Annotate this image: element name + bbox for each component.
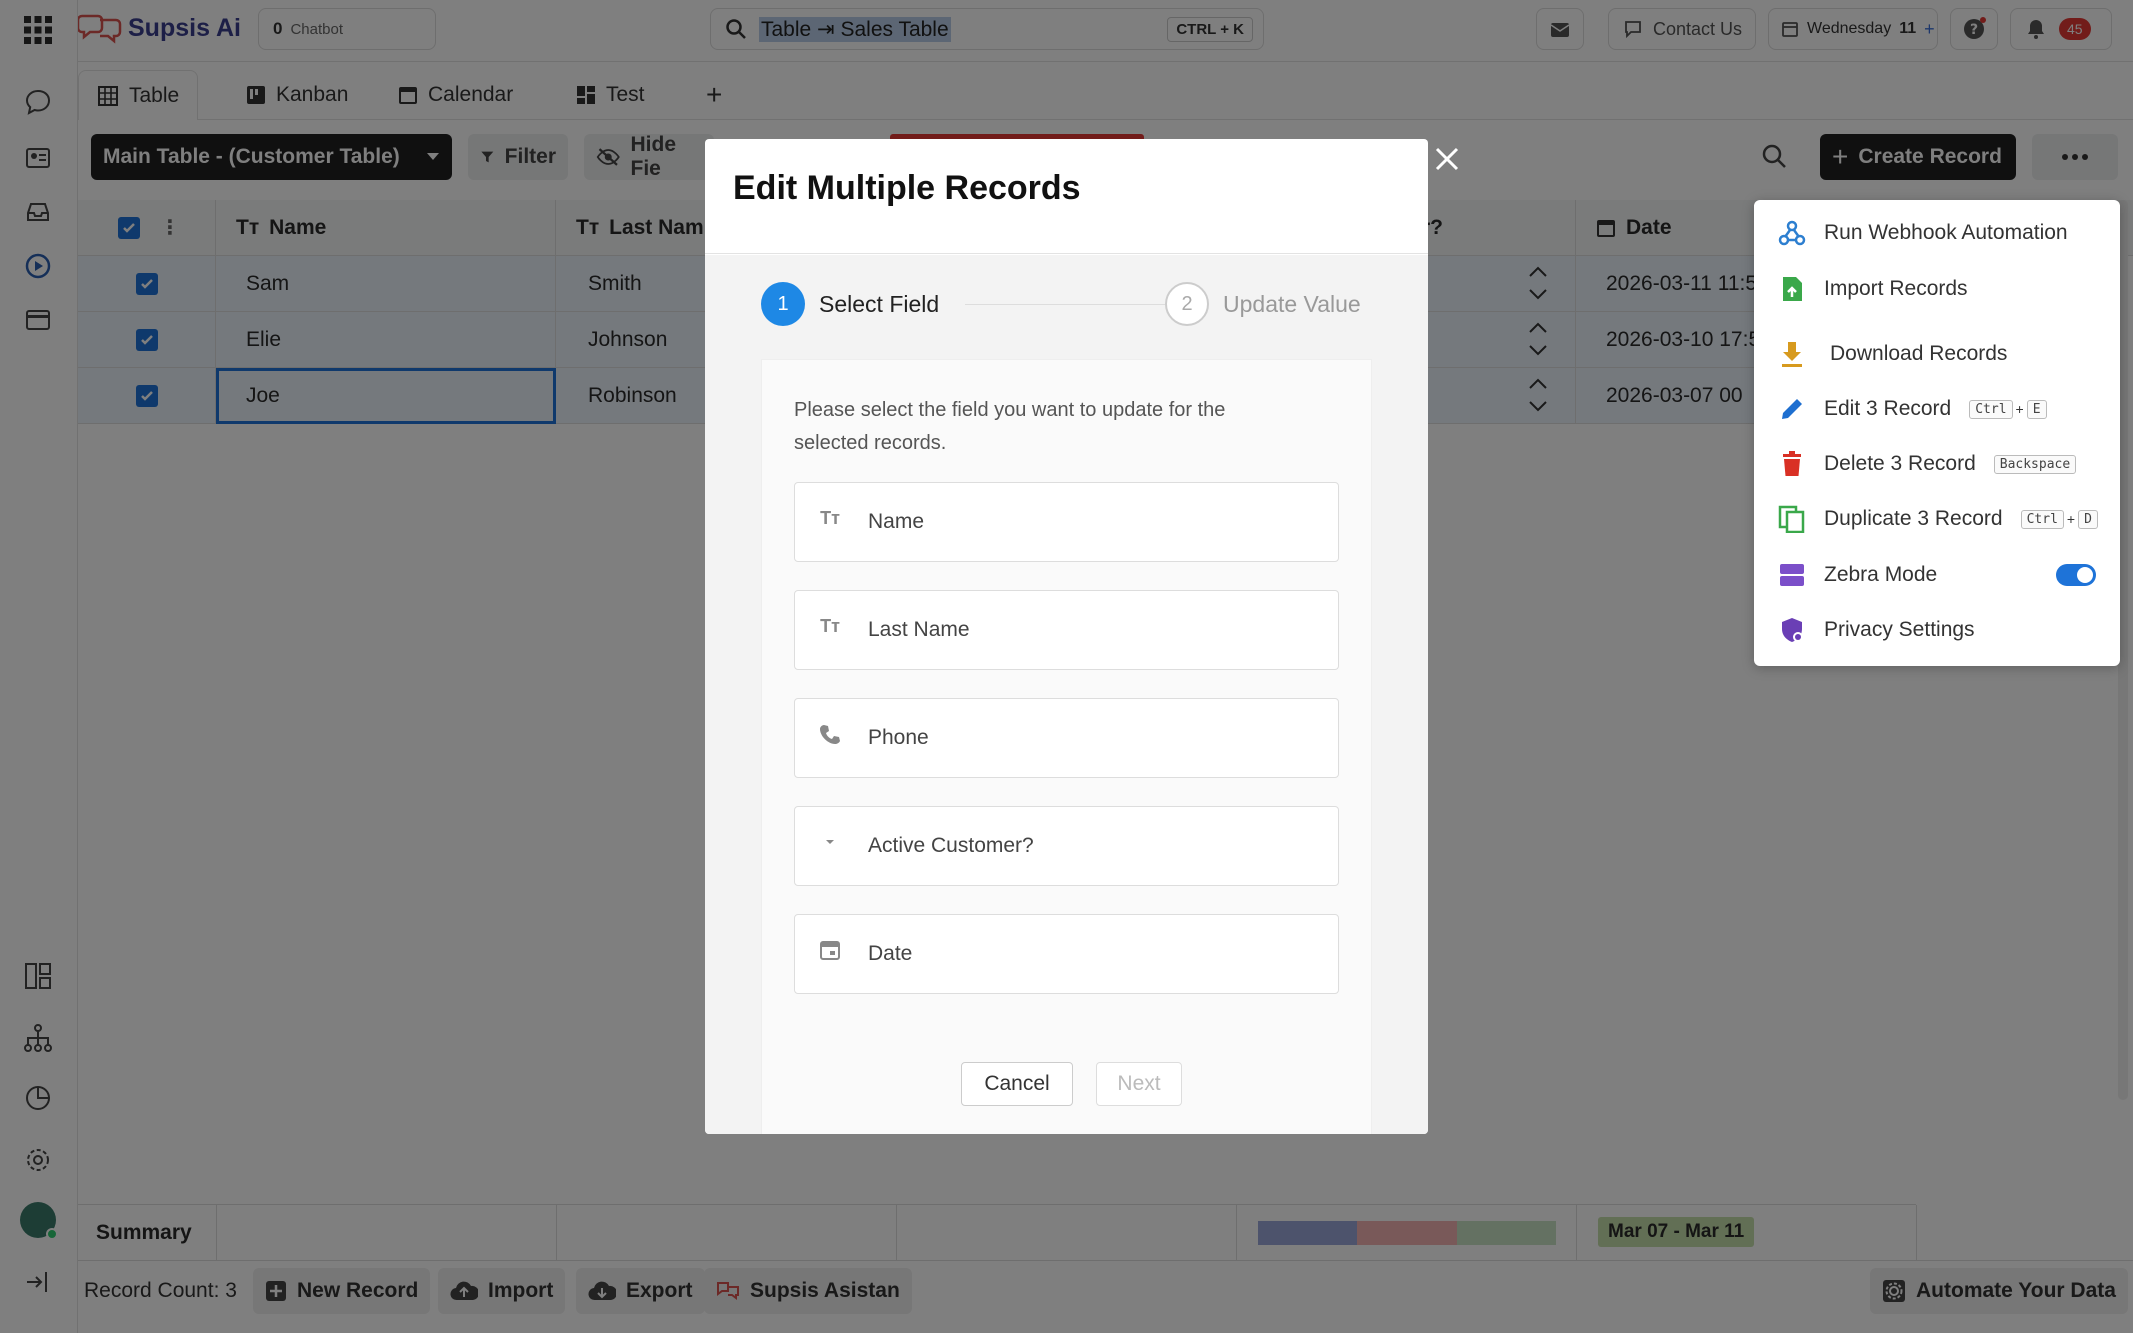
step-number: 2 <box>1165 282 1209 326</box>
menu-item-label: Import Records <box>1824 277 1968 300</box>
pencil-icon <box>1782 399 1802 419</box>
menu-item-run-webhook[interactable]: Run Webhook Automation <box>1778 213 2068 253</box>
menu-item-privacy-settings[interactable]: Privacy Settings <box>1778 610 1975 650</box>
shortcut-keys: Ctrl + D <box>2020 509 2098 529</box>
field-option-label: Active Customer? <box>868 834 1034 857</box>
more-options-menu: Run Webhook Automation Import Records Do… <box>1754 200 2120 666</box>
duplicate-icon <box>1778 505 1805 533</box>
menu-item-label: Zebra Mode <box>1824 563 1938 586</box>
menu-item-import-records[interactable]: Import Records <box>1778 269 1968 309</box>
step-label: Select Field <box>819 290 940 317</box>
zebra-mode-toggle[interactable] <box>2056 564 2096 586</box>
step-number: 1 <box>761 282 805 326</box>
close-icon[interactable] <box>1432 144 1462 174</box>
field-option-active-customer[interactable]: Active Customer? <box>794 806 1339 886</box>
dialog-header: Edit Multiple Records <box>705 139 1428 254</box>
field-option-phone[interactable]: Phone <box>794 698 1339 778</box>
dialog-title: Edit Multiple Records <box>733 169 1081 207</box>
menu-item-label: Edit 3 Record <box>1824 397 1952 420</box>
cancel-button[interactable]: Cancel <box>961 1062 1073 1106</box>
menu-item-duplicate-records[interactable]: Duplicate 3 Record Ctrl + D <box>1778 499 2098 539</box>
instruction-line-2: selected records. <box>794 432 947 454</box>
menu-item-zebra-mode[interactable]: Zebra Mode <box>1778 555 2096 595</box>
shortcut-key: Ctrl <box>1969 399 2013 419</box>
text-type-icon: Tт <box>820 507 840 528</box>
download-icon <box>1782 342 1802 367</box>
phone-icon <box>817 721 843 747</box>
shield-icon <box>1782 618 1803 642</box>
menu-item-label: Download Records <box>1830 342 2008 365</box>
shortcut-plus: + <box>2066 511 2076 527</box>
next-button[interactable]: Next <box>1096 1062 1182 1106</box>
menu-item-label: Duplicate 3 Record <box>1824 507 2003 530</box>
text-type-icon: Tт <box>820 615 840 636</box>
shortcut-plus: + <box>2015 401 2024 417</box>
shortcut-key: D <box>2078 509 2098 529</box>
step-connector <box>965 304 1165 305</box>
field-option-label: Name <box>868 510 925 533</box>
menu-item-label: Privacy Settings <box>1824 618 1975 641</box>
step-select-field: 1 Select Field <box>761 282 939 326</box>
shortcut-key: E <box>2026 399 2047 419</box>
shortcut-key: Ctrl <box>2020 509 2064 529</box>
dropdown-icon <box>817 829 843 855</box>
field-option-name[interactable]: Tт Name <box>794 482 1339 562</box>
menu-item-edit-records[interactable]: Edit 3 Record Ctrl + E <box>1778 389 2047 429</box>
menu-item-download-records[interactable]: Download Records <box>1778 334 2007 374</box>
field-option-label: Date <box>868 942 913 965</box>
step-label: Update Value <box>1223 290 1361 317</box>
shortcut-key: Backspace <box>1993 454 2077 474</box>
instruction-line-1: Please select the field you want to upda… <box>794 399 1226 421</box>
webhook-icon <box>1778 220 1806 246</box>
field-option-label: Phone <box>868 726 929 749</box>
menu-item-label: Run Webhook Automation <box>1824 221 2068 244</box>
field-option-label: Last Name <box>868 618 970 641</box>
step-update-value: 2 Update Value <box>1165 282 1361 326</box>
menu-item-delete-records[interactable]: Delete 3 Record Backspace <box>1778 444 2077 484</box>
zebra-icon <box>1780 564 1804 586</box>
import-icon <box>1783 277 1802 301</box>
shortcut-keys: Ctrl + E <box>1969 399 2047 419</box>
trash-icon <box>1783 451 1801 476</box>
calendar-icon <box>817 937 843 963</box>
menu-item-label: Delete 3 Record <box>1824 452 1976 475</box>
field-option-date[interactable]: Date <box>794 914 1339 994</box>
field-option-last-name[interactable]: Tт Last Name <box>794 590 1339 670</box>
edit-multiple-records-dialog: Edit Multiple Records 1 Select Field 2 U… <box>705 139 1428 1134</box>
